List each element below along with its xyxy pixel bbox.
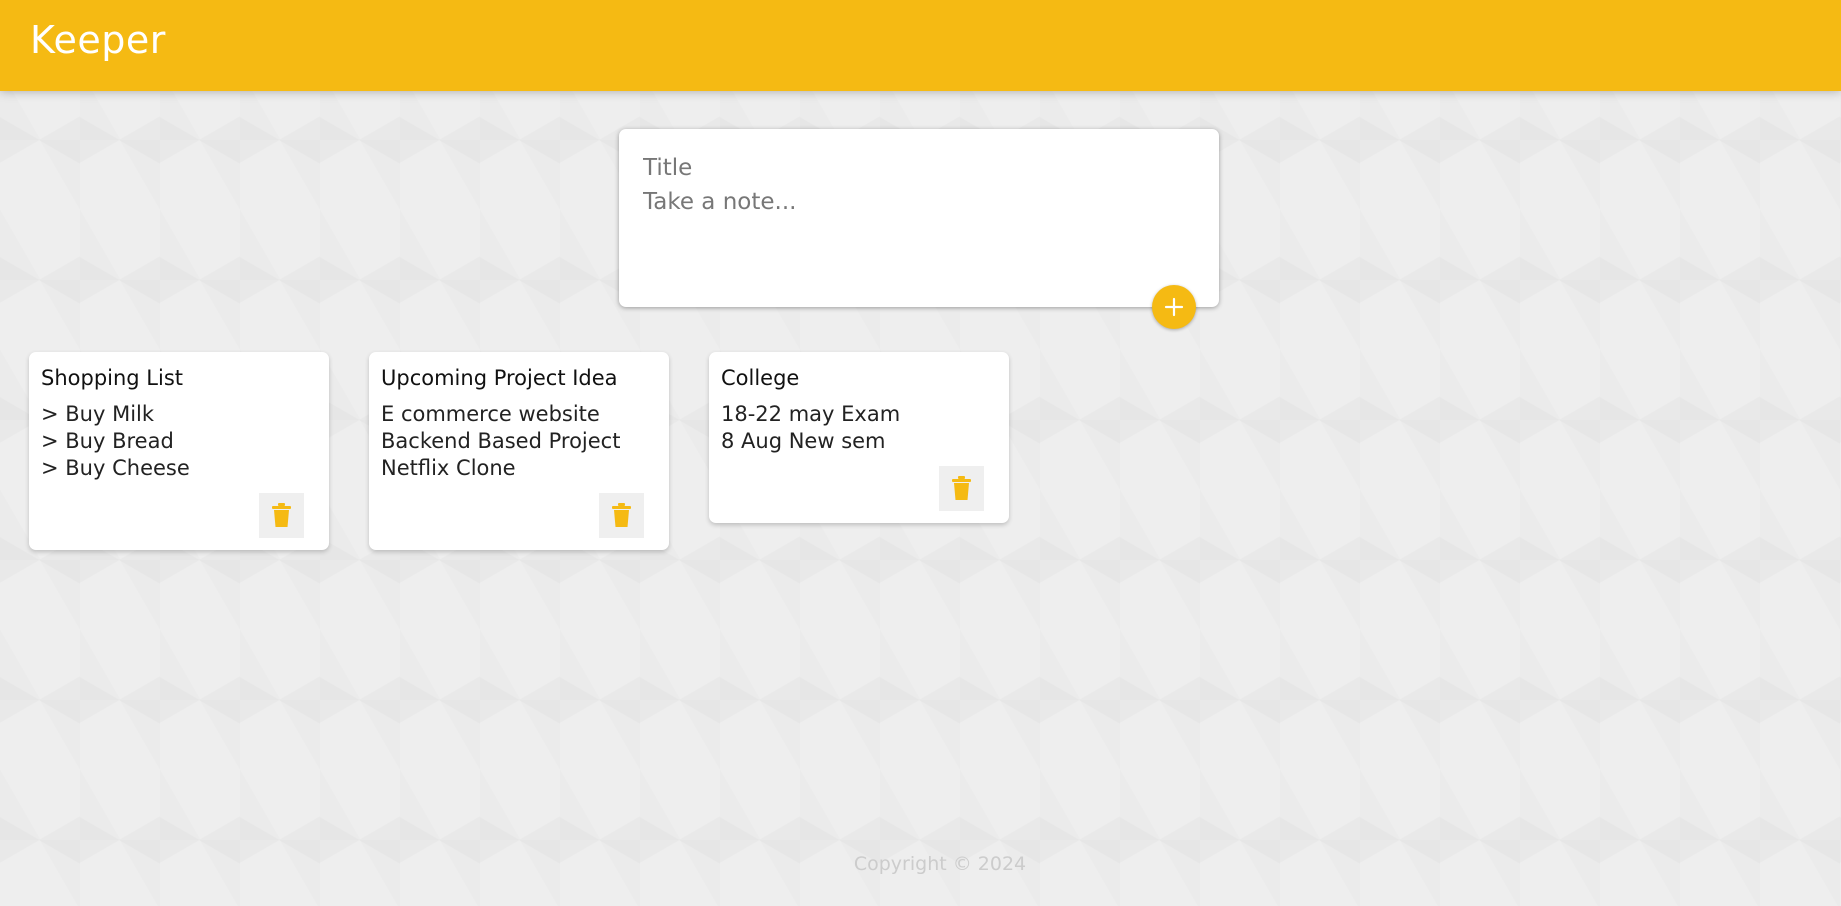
note-line: E commerce website — [381, 402, 600, 426]
note-line: > Buy Bread — [41, 429, 174, 453]
add-note-button[interactable] — [1152, 285, 1196, 329]
note-title: Upcoming Project Idea — [381, 366, 618, 390]
note-card: Upcoming Project Idea E commerce website… — [369, 352, 669, 550]
app-header: Keeper — [0, 0, 1841, 91]
delete-note-button[interactable] — [939, 466, 984, 511]
note-card: Shopping List > Buy Milk > Buy Bread > B… — [29, 352, 329, 550]
note-content: 18-22 may Exam 8 Aug New sem — [721, 401, 900, 455]
note-title: College — [721, 366, 800, 390]
note-line: Backend Based Project — [381, 429, 621, 453]
delete-note-button[interactable] — [599, 493, 644, 538]
note-line: 18-22 may Exam — [721, 402, 901, 426]
note-content-input[interactable] — [643, 189, 1193, 279]
note-line: > Buy Cheese — [41, 456, 190, 480]
footer: Copyright © 2024 — [0, 853, 1841, 875]
plus-icon — [1164, 297, 1184, 317]
note-content: > Buy Milk > Buy Bread > Buy Cheese — [41, 401, 190, 482]
delete-note-button[interactable] — [259, 493, 304, 538]
trash-icon — [272, 503, 291, 527]
copyright-text: Copyright © 2024 — [853, 853, 1027, 875]
note-card: College 18-22 may Exam 8 Aug New sem — [709, 352, 1009, 523]
note-title: Shopping List — [41, 366, 184, 390]
app-title: Keeper — [30, 18, 166, 62]
create-note-form — [619, 129, 1219, 307]
note-line: > Buy Milk — [41, 402, 155, 426]
trash-icon — [952, 476, 971, 500]
note-line: 8 Aug New sem — [721, 429, 886, 453]
note-line: Netflix Clone — [381, 456, 516, 480]
note-title-input[interactable] — [643, 151, 1193, 185]
trash-icon — [612, 503, 631, 527]
note-content: E commerce website Backend Based Project… — [381, 401, 620, 482]
